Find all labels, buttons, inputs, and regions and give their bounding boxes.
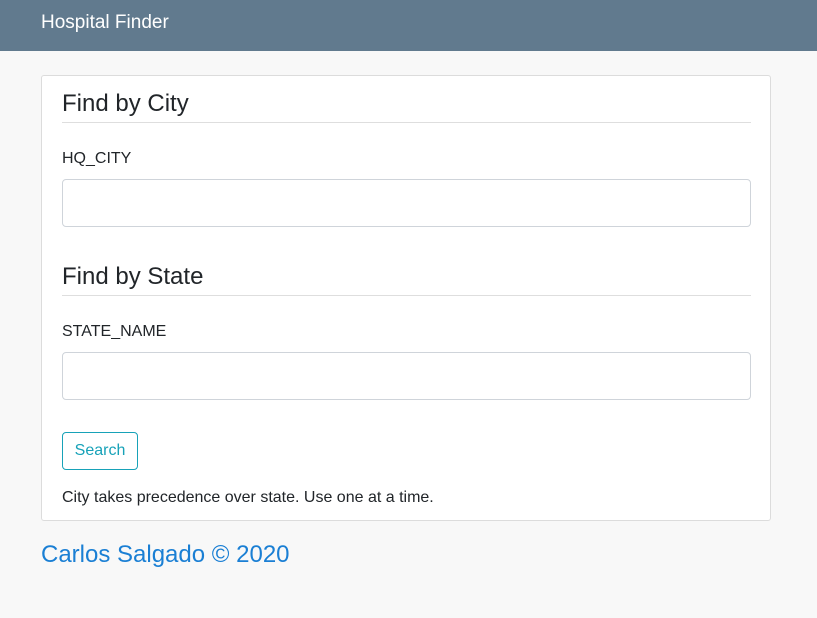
city-section-divider	[62, 122, 751, 123]
state-input[interactable]	[62, 352, 751, 400]
brand-title[interactable]: Hospital Finder	[41, 12, 169, 34]
city-input[interactable]	[62, 179, 751, 227]
city-field-label: HQ_CITY	[62, 150, 132, 167]
help-text: City takes precedence over state. Use on…	[62, 489, 434, 506]
search-form-card: Find by City HQ_CITY Find by State STATE…	[41, 75, 771, 521]
state-field-label: STATE_NAME	[62, 323, 167, 340]
navbar: Hospital Finder	[0, 0, 817, 51]
state-section-divider	[62, 295, 751, 296]
city-section-title: Find by City	[62, 90, 189, 117]
search-button[interactable]: Search	[62, 432, 138, 470]
footer-credit[interactable]: Carlos Salgado © 2020	[41, 541, 290, 569]
state-section-title: Find by State	[62, 263, 204, 290]
